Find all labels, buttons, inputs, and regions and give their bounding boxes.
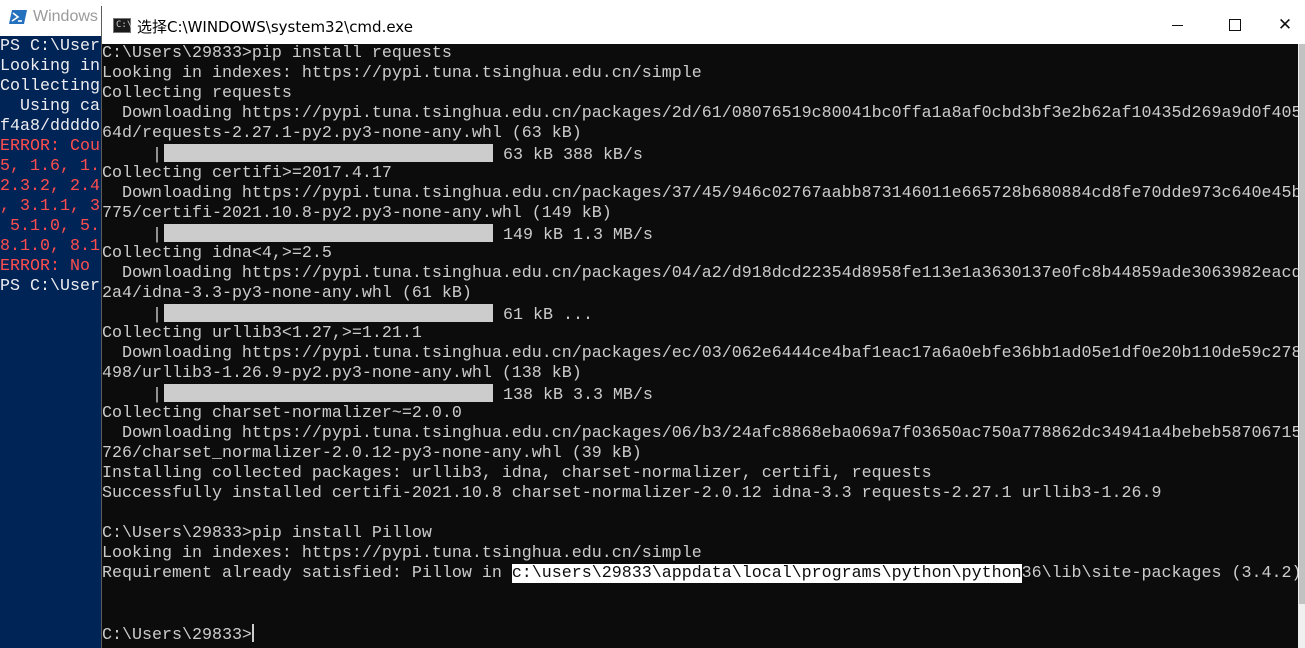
cmd-window-title: 选择C:\WINDOWS\system32\cmd.exe: [137, 18, 413, 36]
powershell-output-line: Using ca: [0, 97, 100, 116]
output-line: Downloading https://pypi.tuna.tsinghua.e…: [102, 184, 1298, 204]
powershell-output-line: Looking in: [0, 57, 100, 76]
maximize-icon: [1229, 19, 1241, 31]
output-text: Collecting urllib3<1.27,>=1.21.1: [102, 324, 422, 343]
minimize-icon: [1171, 24, 1183, 26]
download-progress-line: | 61 kB ...: [102, 304, 1298, 325]
powershell-output-line: ERROR: Cou: [0, 137, 100, 156]
output-line: Collecting urllib3<1.27,>=1.21.1: [102, 324, 1298, 344]
output-text: 64d/requests-2.27.1-py2.py3-none-any.whl…: [102, 124, 582, 143]
output-line: Collecting requests: [102, 84, 1298, 104]
output-line: 726/charset_normalizer-2.0.12-py3-none-a…: [102, 444, 1298, 464]
powershell-console-output[interactable]: PS C:\Users Looking in Collecting Using ca…: [0, 37, 110, 297]
cmd-scrollbar[interactable]: [1298, 44, 1305, 648]
cmd-console-output[interactable]: C:\Users\29833>pip install requests Looki…: [102, 44, 1298, 648]
output-text: Requirement already satisfied: Pillow in: [102, 564, 512, 583]
output-line: 775/certifi-2021.10.8-py2.py3-none-any.w…: [102, 204, 1298, 224]
output-text: Collecting requests: [102, 84, 292, 103]
powershell-output-line: PS C:\User: [0, 277, 100, 296]
output-text: Downloading https://pypi.tuna.tsinghua.e…: [102, 344, 1298, 363]
powershell-window-title: Windows: [33, 8, 98, 25]
output-text: Installing collected packages: urllib3, …: [102, 464, 932, 483]
powershell-output-line: f4a8/ddddo: [0, 117, 100, 136]
output-line: Downloading https://pypi.tuna.tsinghua.e…: [102, 424, 1298, 444]
progress-status: 149 kB 1.3 MB/s: [502, 226, 653, 245]
powershell-output-line: ERROR: No: [0, 257, 100, 276]
powershell-output-line: 2.3.2, 2.4: [0, 177, 100, 196]
selected-text: c:\users\29833\appdata\local\programs\py…: [511, 564, 1022, 583]
output-line: Collecting charset-normalizer~=2.0.0: [102, 404, 1298, 424]
progress-prefix: |: [102, 306, 162, 325]
download-progress-line: | 63 kB 388 kB/s: [102, 144, 1298, 165]
output-line: C:\Users\29833>pip install Pillow: [102, 524, 1298, 544]
output-line: Downloading https://pypi.tuna.tsinghua.e…: [102, 344, 1298, 364]
powershell-output-line: 5.1.0, 5.: [0, 217, 100, 236]
output-text: 36\lib\site-packages (3.4.2): [1021, 564, 1298, 583]
progress-status: 61 kB ...: [502, 306, 593, 325]
output-text: Looking in indexes: https://pypi.tuna.ts…: [102, 64, 702, 83]
output-line: 64d/requests-2.27.1-py2.py3-none-any.whl…: [102, 124, 1298, 144]
cmd-icon: C:\: [113, 18, 132, 33]
requirement-line: Requirement already satisfied: Pillow in…: [102, 564, 1298, 584]
output-line: Collecting idna<4,>=2.5: [102, 244, 1298, 264]
prompt-text: C:\Users\29833>: [102, 626, 252, 645]
output-line: Downloading https://pypi.tuna.tsinghua.e…: [102, 104, 1298, 124]
progress-bar: [163, 144, 493, 162]
powershell-output-line: Collecting: [0, 77, 100, 96]
close-button[interactable]: ✕: [1264, 6, 1305, 44]
powershell-icon: [9, 10, 27, 24]
close-icon: ✕: [1277, 15, 1293, 35]
output-text: Downloading https://pypi.tuna.tsinghua.e…: [102, 424, 1298, 443]
output-line: Looking in indexes: https://pypi.tuna.ts…: [102, 64, 1298, 84]
output-line: Downloading https://pypi.tuna.tsinghua.e…: [102, 264, 1298, 284]
command-prompt-line: C:\Users\29833>: [102, 624, 1298, 645]
progress-bar: [163, 384, 493, 402]
powershell-output-line: , 3.1.1, 3: [0, 197, 100, 216]
output-text: C:\Users\29833>pip install requests: [102, 44, 452, 63]
powershell-output-line: 8.1.0, 8.1: [0, 237, 100, 256]
output-text: 775/certifi-2021.10.8-py2.py3-none-any.w…: [102, 204, 612, 223]
output-line: Collecting certifi>=2017.4.17: [102, 164, 1298, 184]
output-text: 498/urllib3-1.26.9-py2.py3-none-any.whl …: [102, 364, 582, 383]
output-line: 498/urllib3-1.26.9-py2.py3-none-any.whl …: [102, 364, 1298, 384]
output-text: Collecting charset-normalizer~=2.0.0: [102, 404, 462, 423]
maximize-button[interactable]: [1206, 6, 1264, 44]
progress-bar: [163, 224, 493, 242]
output-line: C:\Users\29833>pip install requests: [102, 44, 1298, 64]
powershell-output-line: 5, 1.6, 1.: [0, 157, 100, 176]
output-line: 2a4/idna-3.3-py3-none-any.whl (61 kB): [102, 284, 1298, 304]
output-line: Looking in indexes: https://pypi.tuna.ts…: [102, 544, 1298, 564]
output-line: Successfully installed certifi-2021.10.8…: [102, 484, 1298, 504]
progress-prefix: |: [102, 386, 162, 405]
progress-status: 63 kB 388 kB/s: [502, 146, 643, 165]
output-text: C:\Users\29833>pip install Pillow: [102, 524, 432, 543]
cmd-scrollbar-thumb[interactable]: [1299, 44, 1305, 604]
powershell-output-line: PS C:\Users: [0, 37, 110, 56]
text-cursor: [251, 624, 254, 642]
output-text: Downloading https://pypi.tuna.tsinghua.e…: [102, 104, 1298, 123]
output-text: Collecting idna<4,>=2.5: [102, 244, 332, 263]
cmd-window[interactable]: C:\ 选择C:\WINDOWS\system32\cmd.exe ✕ C:\U…: [101, 6, 1305, 648]
output-text: Looking in indexes: https://pypi.tuna.ts…: [102, 544, 702, 563]
output-text: Downloading https://pypi.tuna.tsinghua.e…: [102, 264, 1298, 283]
minimize-button[interactable]: [1148, 6, 1206, 44]
output-text: Downloading https://pypi.tuna.tsinghua.e…: [102, 184, 1298, 203]
output-text: Collecting certifi>=2017.4.17: [102, 164, 392, 183]
output-text: Successfully installed certifi-2021.10.8…: [102, 484, 1162, 503]
download-progress-line: | 138 kB 3.3 MB/s: [102, 384, 1298, 405]
cmd-titlebar[interactable]: C:\ 选择C:\WINDOWS\system32\cmd.exe ✕: [102, 6, 1305, 44]
progress-bar: [163, 304, 493, 322]
progress-prefix: |: [102, 226, 162, 245]
progress-prefix: |: [102, 146, 162, 165]
output-text: 726/charset_normalizer-2.0.12-py3-none-a…: [102, 444, 642, 463]
download-progress-line: | 149 kB 1.3 MB/s: [102, 224, 1298, 245]
output-line: Installing collected packages: urllib3, …: [102, 464, 1298, 484]
output-text: 2a4/idna-3.3-py3-none-any.whl (61 kB): [102, 284, 472, 303]
progress-status: 138 kB 3.3 MB/s: [502, 386, 653, 405]
